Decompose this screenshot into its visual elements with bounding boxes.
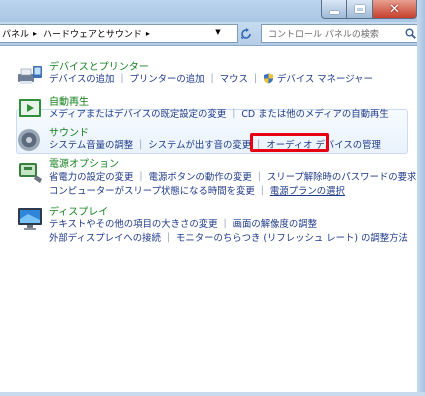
category-links: 外部ディスプレイへの接続 | モニターのちらつき (リフレッシュ レート) の調… <box>49 230 408 245</box>
category-links: テキストやその他の項目の大きさの変更 | 画面の解像度の調整 <box>49 216 317 231</box>
category-links: メディアまたはデバイスの既定設定の変更 | CD または他のメディアの自動再生 <box>49 106 389 121</box>
category-display: ディスプレイ テキストやその他の項目の大きさの変更 | 画面の解像度の調整 外部… <box>16 203 408 248</box>
highlight-box <box>250 133 329 152</box>
search-icon[interactable] <box>405 28 416 39</box>
category-links: 省電力の設定の変更 | 電源ボタンの動作の変更 | スリープ解除時のパスワードの… <box>49 169 425 184</box>
separator: | <box>253 72 258 84</box>
link-adjust-refresh-rate[interactable]: モニターのちらつき (リフレッシュ レート) の調整方法 <box>176 230 408 244</box>
category-links: システム音量の調整 | システムが出す音の変更 | オーディオ デバイスの管理 <box>49 137 381 152</box>
window-controls: ✕ <box>321 0 417 20</box>
link-autoplay-cd[interactable]: CD または他のメディアの自動再生 <box>241 106 388 120</box>
separator: | <box>120 72 124 84</box>
link-change-text-size[interactable]: テキストやその他の項目の大きさの変更 <box>49 216 217 230</box>
link-adjust-volume[interactable]: システム音量の調整 <box>49 137 133 151</box>
power-options-icon <box>19 163 42 183</box>
window-border <box>417 0 425 396</box>
link-change-media-defaults[interactable]: メディアまたはデバイスの既定設定の変更 <box>49 106 226 120</box>
maximize-icon <box>354 5 365 13</box>
close-button[interactable]: ✕ <box>373 0 417 19</box>
separator: | <box>257 170 261 182</box>
link-connect-external-display[interactable]: 外部ディスプレイへの接続 <box>49 230 161 244</box>
close-icon: ✕ <box>389 1 400 17</box>
category-autoplay: 自動再生 メディアまたはデバイスの既定設定の変更 | CD または他のメディアの… <box>16 93 406 123</box>
separator: | <box>166 231 171 243</box>
uac-shield-icon <box>264 73 274 83</box>
link-change-system-sounds[interactable]: システムが出す音の変更 <box>148 137 251 151</box>
breadcrumb-separator-icon[interactable]: ▸ <box>29 29 41 38</box>
category-sound: サウンド システム音量の調整 | システムが出す音の変更 | オーディオ デバイ… <box>16 124 406 154</box>
breadcrumb-separator-icon[interactable]: ▸ <box>142 29 154 38</box>
printer-devices-icon <box>18 66 42 84</box>
category-links: デバイスの追加 | プリンターの追加 | マウス | デバイス マネージャー <box>49 71 373 86</box>
address-bar[interactable]: パネル ▸ ハードウェアとサウンド ▸ <box>0 24 238 43</box>
breadcrumb-hardware-sound[interactable]: ハードウェアとサウンド <box>41 27 142 40</box>
link-add-printer[interactable]: プリンターの追加 <box>130 71 205 85</box>
minimize-icon <box>329 10 339 14</box>
navigation-bar: パネル ▸ ハードウェアとサウンド ▸ ▼ コントロール パネルの検索 <box>0 22 425 46</box>
maximize-button[interactable] <box>347 0 373 19</box>
separator: | <box>260 184 264 196</box>
link-adjust-resolution[interactable]: 画面の解像度の調整 <box>233 216 317 230</box>
refresh-icon <box>240 27 251 39</box>
autoplay-icon <box>19 99 41 117</box>
speaker-icon <box>18 129 40 151</box>
category-links: コンピューターがスリープ状態になる時間を変更 | 電源プランの選択 <box>49 183 345 198</box>
link-change-power-buttons[interactable]: 電源ボタンの動作の変更 <box>149 169 252 183</box>
category-power-options: 電源オプション 省電力の設定の変更 | 電源ボタンの動作の変更 | スリープ解除… <box>16 155 425 200</box>
category-devices-printers: デバイスとプリンター デバイスの追加 | プリンターの追加 | マウス | デバ… <box>16 58 406 88</box>
separator: | <box>210 72 214 84</box>
address-dropdown-icon[interactable]: ▼ <box>212 24 224 39</box>
search-placeholder: コントロール パネルの検索 <box>268 30 379 40</box>
link-add-device[interactable]: デバイスの追加 <box>49 71 114 85</box>
link-require-password-wake[interactable]: スリープ解除時のパスワードの要求 <box>267 169 416 183</box>
separator: | <box>223 217 227 229</box>
window-titlebar: ✕ <box>0 0 425 22</box>
category-title[interactable]: 電源オプション <box>49 155 119 170</box>
link-device-manager[interactable]: デバイス マネージャー <box>277 71 373 85</box>
link-change-power-saving[interactable]: 省電力の設定の変更 <box>49 169 133 183</box>
separator: | <box>232 107 236 119</box>
separator: | <box>139 138 143 150</box>
separator: | <box>139 170 143 182</box>
window-border-bottom <box>0 392 425 396</box>
display-icon <box>18 208 42 230</box>
link-choose-power-plan[interactable]: 電源プランの選択 <box>270 183 345 197</box>
minimize-button[interactable] <box>321 0 347 19</box>
breadcrumb-control-panel[interactable]: パネル <box>0 27 29 40</box>
link-change-sleep-time[interactable]: コンピューターがスリープ状態になる時間を変更 <box>49 183 255 197</box>
search-input[interactable]: コントロール パネルの検索 <box>261 24 421 43</box>
refresh-button[interactable] <box>238 24 254 43</box>
link-mouse[interactable]: マウス <box>220 71 248 85</box>
